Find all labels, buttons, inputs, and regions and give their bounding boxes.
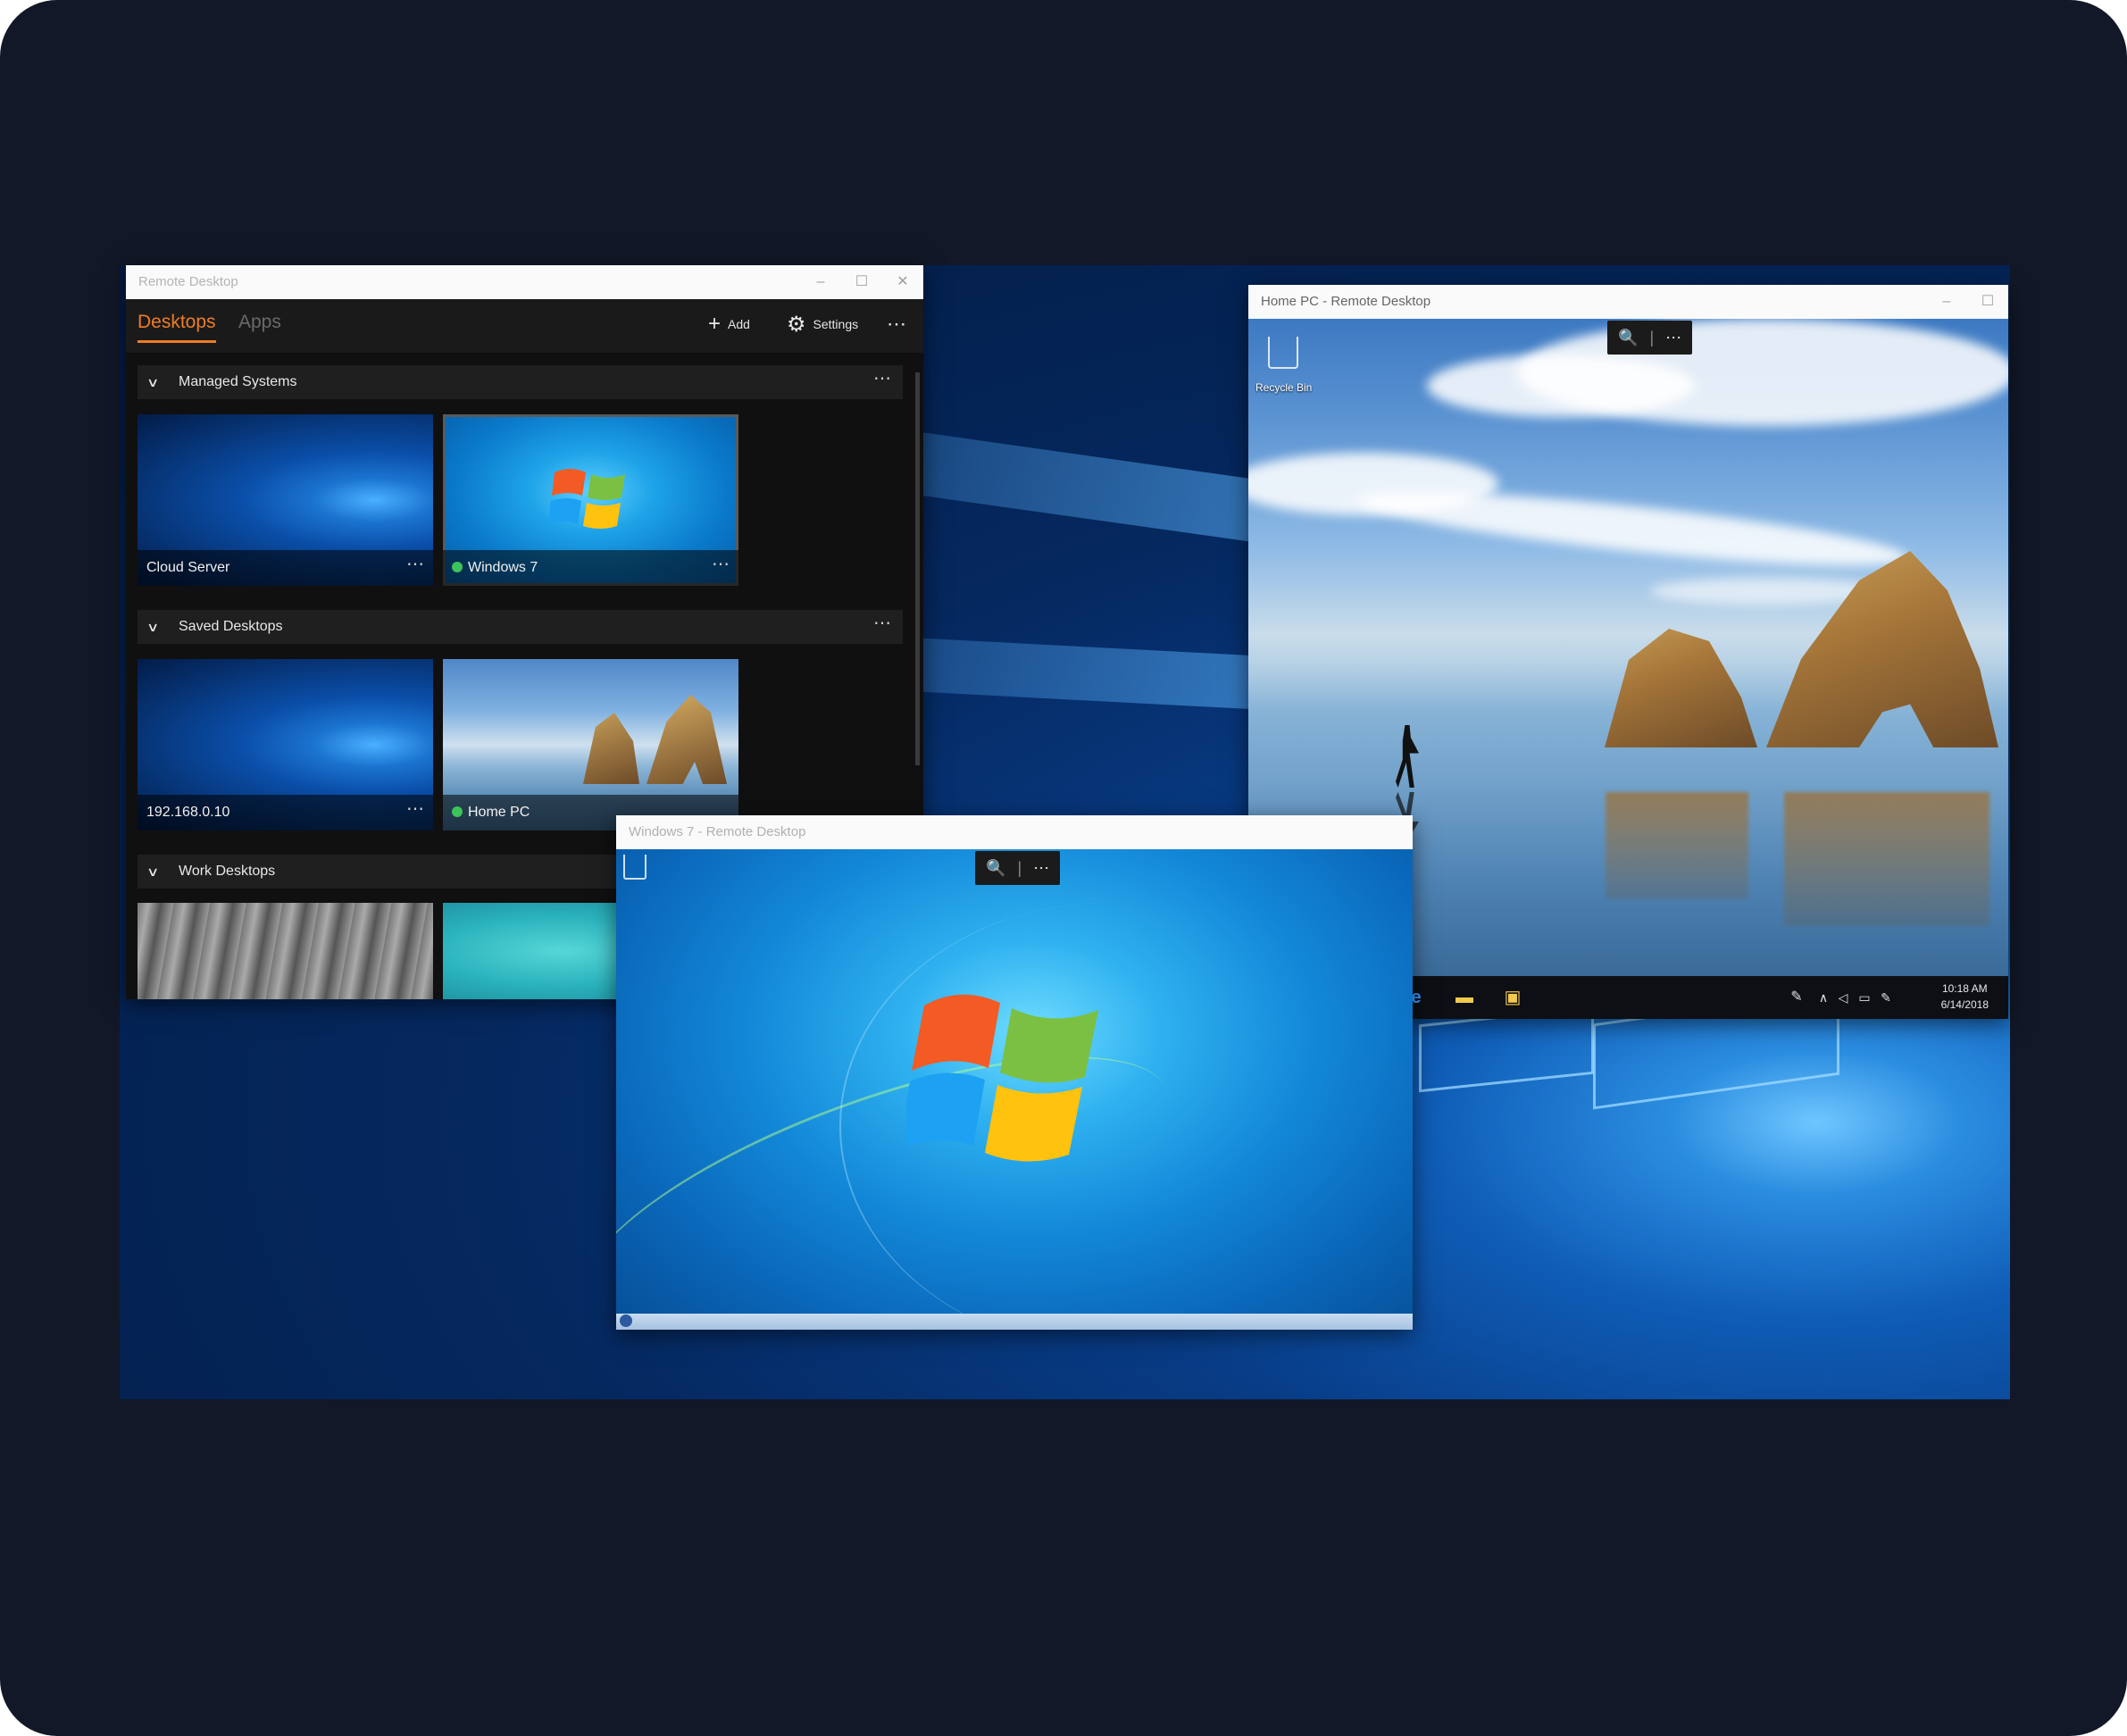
group-header-saved-desktops[interactable]: ∨ Saved Desktops ⋯ — [138, 610, 903, 644]
title-bar: Home PC - Remote Desktop – ☐ — [1248, 285, 2008, 319]
minimize-icon[interactable]: – — [1926, 285, 1967, 319]
window-title: Remote Desktop — [138, 274, 238, 289]
maximize-icon[interactable]: ☐ — [1967, 285, 2008, 319]
ellipsis-icon[interactable]: ⋯ — [873, 606, 892, 640]
tile-label: 192.168.0.10 — [146, 805, 230, 820]
remote-toolbar: 🔍 | ⋯ — [1607, 321, 1693, 355]
tile-label: Cloud Server — [146, 560, 230, 575]
rock-formation-image — [1605, 629, 1757, 747]
zoom-icon[interactable]: 🔍 — [1618, 329, 1638, 346]
plus-icon: + — [708, 312, 722, 336]
tile-label: Home PC — [468, 805, 530, 820]
group-label: Managed Systems — [179, 374, 297, 389]
windows-start-icon[interactable] — [620, 1315, 632, 1327]
toolbar-divider: | — [1649, 329, 1655, 346]
tab-desktops[interactable]: Desktops — [138, 312, 216, 343]
more-options-button[interactable]: ⋯ — [887, 312, 906, 337]
add-button[interactable]: + Add — [708, 312, 750, 337]
recycle-bin-icon[interactable] — [623, 855, 646, 880]
zoom-icon[interactable]: 🔍 — [986, 859, 1005, 877]
desktop-tile-windows-7[interactable]: Windows 7 ⋯ — [443, 414, 738, 586]
group-header-managed-systems[interactable]: ∨ Managed Systems ⋯ — [138, 365, 903, 399]
rock-arch-image — [646, 695, 727, 784]
desktop-tile-home-pc[interactable]: Home PC — [443, 659, 738, 830]
rock-arch-image — [583, 713, 639, 784]
desktop-tile-work-1[interactable] — [138, 903, 433, 999]
remote-desktop-wallpaper — [616, 849, 1413, 1330]
cloud — [1355, 477, 1910, 580]
desktop-tile-192-168-0-10[interactable]: 192.168.0.10 ⋯ — [138, 659, 433, 830]
windows-7-logo-icon — [550, 469, 625, 529]
tile-label: Windows 7 — [468, 560, 538, 575]
title-bar: Remote Desktop – ☐ ✕ — [126, 265, 923, 299]
app-header: Desktops Apps + Add ⚙ Settings ⋯ — [126, 299, 923, 353]
window-title: Home PC - Remote Desktop — [1261, 294, 1431, 309]
online-status-icon — [452, 562, 463, 572]
group-label: Saved Desktops — [179, 619, 283, 634]
close-icon[interactable]: ✕ — [882, 265, 923, 299]
windows-7-remote-window: Windows 7 - Remote Desktop 🔍 | ⋯ — [616, 815, 1413, 1330]
taskbar-clock[interactable]: 10:18 AM 6/14/2018 — [1941, 981, 1989, 1013]
rock-reflection — [1606, 792, 1748, 899]
gear-icon: ⚙ — [787, 312, 806, 337]
pen-icon[interactable]: ✎ — [1784, 985, 1809, 1010]
chevron-down-icon: ∨ — [146, 620, 160, 634]
ellipsis-icon: ⋯ — [887, 313, 906, 335]
scrollbar[interactable] — [915, 372, 920, 765]
runner-silhouette — [1396, 725, 1419, 788]
tile-caption: Windows 7 ⋯ — [443, 550, 738, 586]
desktop-tile-cloud-server[interactable]: Cloud Server ⋯ — [138, 414, 433, 586]
recycle-bin-icon[interactable] — [1268, 337, 1298, 369]
ellipsis-icon[interactable]: ⋯ — [406, 791, 424, 827]
online-status-icon — [452, 806, 463, 817]
maximize-icon[interactable]: ☐ — [841, 265, 882, 299]
rock-reflection — [1784, 792, 1989, 926]
add-label: Add — [728, 317, 750, 331]
tile-caption: Cloud Server ⋯ — [138, 550, 433, 586]
ellipsis-icon[interactable]: ⋯ — [873, 362, 892, 396]
tab-apps[interactable]: Apps — [238, 312, 281, 340]
toolbar-divider: | — [1017, 859, 1022, 877]
group-label: Work Desktops — [179, 864, 276, 879]
minimize-icon[interactable]: – — [800, 265, 841, 299]
remote-taskbar — [616, 1314, 1413, 1330]
window-title: Windows 7 - Remote Desktop — [629, 824, 806, 839]
ink-icon[interactable]: ✎ — [1873, 985, 1898, 1010]
windows-7-logo-icon — [906, 994, 1098, 1162]
screenshot-frame: Remote Desktop – ☐ ✕ Desktops Apps + Add… — [0, 0, 2127, 1736]
file-explorer-icon[interactable]: ▬ — [1452, 985, 1477, 1010]
ellipsis-icon[interactable]: ⋯ — [1665, 329, 1681, 346]
windows-logo-pane — [1419, 1006, 1594, 1093]
settings-button[interactable]: ⚙ Settings — [787, 312, 858, 337]
clock-time: 10:18 AM — [1941, 982, 1988, 995]
clock-date: 6/14/2018 — [1940, 998, 1989, 1011]
recycle-bin-label: Recycle Bin — [1255, 381, 1313, 394]
remote-toolbar: 🔍 | ⋯ — [975, 851, 1061, 885]
ellipsis-icon[interactable]: ⋯ — [1033, 859, 1049, 877]
title-bar: Windows 7 - Remote Desktop — [616, 815, 1413, 849]
store-icon[interactable]: ▣ — [1500, 985, 1525, 1010]
settings-label: Settings — [813, 317, 859, 331]
chevron-down-icon: ∨ — [146, 864, 160, 879]
cloud — [1427, 355, 1695, 417]
ellipsis-icon[interactable]: ⋯ — [406, 547, 424, 582]
tile-caption: 192.168.0.10 ⋯ — [138, 795, 433, 830]
chevron-down-icon: ∨ — [146, 375, 160, 389]
ellipsis-icon[interactable]: ⋯ — [712, 547, 730, 582]
